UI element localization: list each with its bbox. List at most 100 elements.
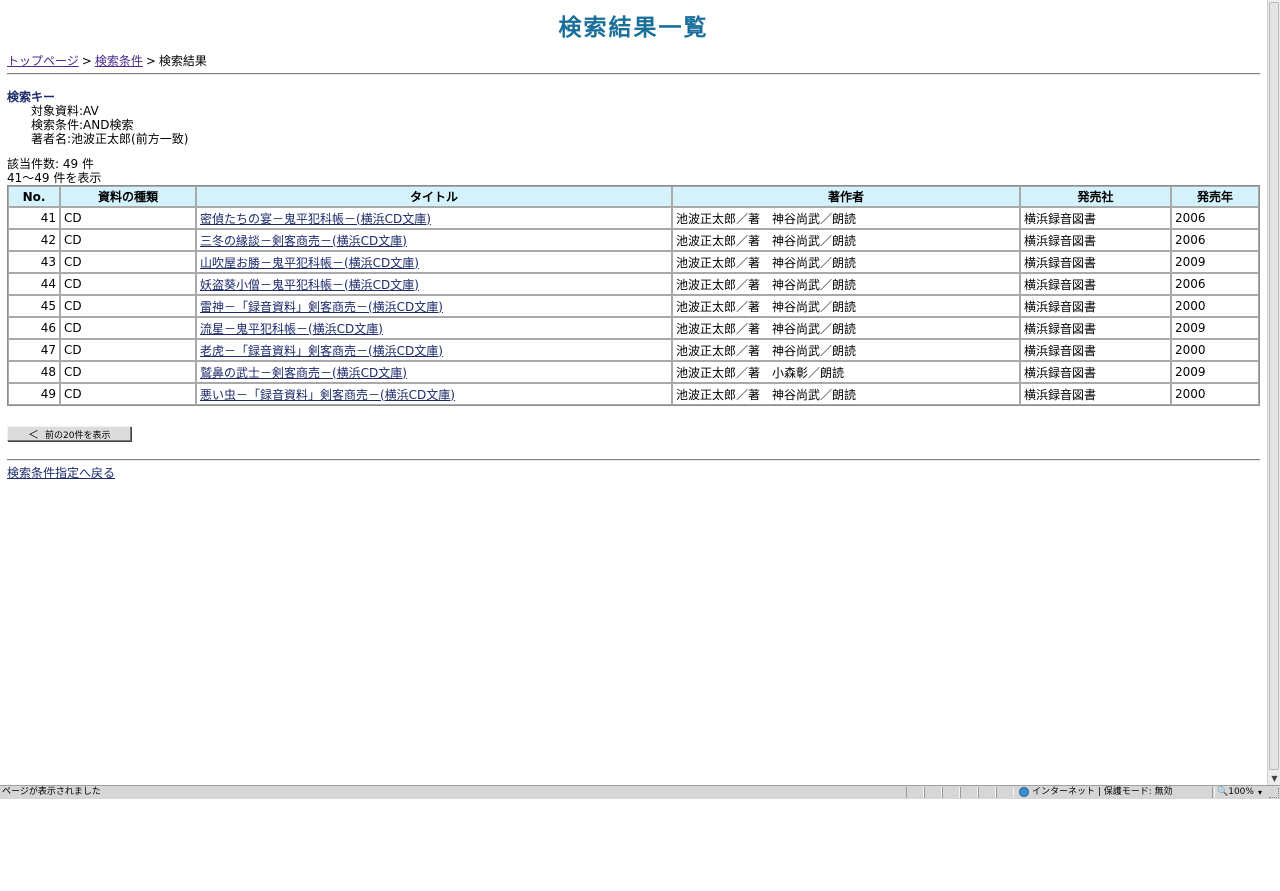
security-zone-label: インターネット | 保護モード: 無効 — [1032, 787, 1173, 797]
cell-year: 2000 — [1171, 339, 1259, 361]
divider — [7, 459, 1260, 461]
title-link[interactable]: 密偵たちの宴－鬼平犯科帳－(横浜CD文庫) — [200, 212, 431, 226]
status-segment — [924, 787, 942, 798]
cell-publisher: 横浜録音図書 — [1020, 229, 1171, 251]
status-segment — [960, 787, 978, 798]
zoom-control[interactable]: 🔍100% — [1217, 786, 1254, 799]
cell-year: 2009 — [1171, 317, 1259, 339]
display-range: 41～49 件を表示 — [7, 171, 102, 185]
breadcrumb-separator: > — [81, 54, 92, 68]
cell-title: 密偵たちの宴－鬼平犯科帳－(横浜CD文庫) — [196, 207, 672, 229]
table-header-row: No. 資料の種類 タイトル 著作者 発売社 発売年 — [8, 186, 1259, 207]
col-header-type: 資料の種類 — [60, 186, 196, 207]
status-segment — [978, 787, 996, 798]
cell-publisher: 横浜録音図書 — [1020, 207, 1171, 229]
cell-no: 46 — [8, 317, 60, 339]
cell-title: 三冬の縁談－剣客商売－(横浜CD文庫) — [196, 229, 672, 251]
cell-type: CD — [60, 383, 196, 405]
table-row: 41 CD 密偵たちの宴－鬼平犯科帳－(横浜CD文庫) 池波正太郎／著 神谷尚武… — [8, 207, 1259, 229]
table-row: 49 CD 悪い虫－「録音資料」剣客商売－(横浜CD文庫) 池波正太郎／著 神谷… — [8, 383, 1259, 405]
breadcrumb-current: 検索結果 — [158, 54, 207, 68]
status-message: ページが表示されました — [2, 787, 101, 797]
title-link[interactable]: 流星－鬼平犯科帳－(横浜CD文庫) — [200, 322, 383, 336]
breadcrumb-top-link[interactable]: トップページ — [7, 54, 79, 68]
scroll-down-arrow-icon[interactable]: ▼ — [1269, 772, 1280, 785]
cell-author: 池波正太郎／著 神谷尚武／朗読 — [672, 317, 1020, 339]
cell-no: 42 — [8, 229, 60, 251]
security-zone[interactable]: インターネット | 保護モード: 無効 — [1019, 786, 1173, 799]
cell-type: CD — [60, 295, 196, 317]
search-key-heading: 検索キー — [7, 90, 56, 104]
chevron-left-icon: ＜ — [28, 428, 39, 441]
title-link[interactable]: 三冬の縁談－剣客商売－(横浜CD文庫) — [200, 234, 407, 248]
scrollbar-thumb[interactable] — [1269, 2, 1279, 770]
status-segment — [1212, 787, 1215, 798]
cell-author: 池波正太郎／著 神谷尚武／朗読 — [672, 251, 1020, 273]
resize-grip-icon[interactable] — [1269, 788, 1279, 798]
title-link[interactable]: 山吹屋お勝－鬼平犯科帳－(横浜CD文庫) — [200, 256, 419, 270]
zoom-level: 100% — [1228, 787, 1254, 797]
cell-title: 雷神－「録音資料」剣客商売－(横浜CD文庫) — [196, 295, 672, 317]
cell-no: 44 — [8, 273, 60, 295]
status-segment — [942, 787, 960, 798]
prev-page-button[interactable]: ＜ 前の20件を表示 — [7, 426, 131, 441]
cell-year: 2006 — [1171, 273, 1259, 295]
cell-type: CD — [60, 361, 196, 383]
page-title: 検索結果一覧 — [558, 15, 709, 41]
prev-page-label: 前の20件を表示 — [45, 431, 111, 441]
chevron-down-icon[interactable]: ▾ — [1258, 786, 1262, 799]
cell-year: 2000 — [1171, 295, 1259, 317]
cell-publisher: 横浜録音図書 — [1020, 317, 1171, 339]
title-link[interactable]: 老虎－「録音資料」剣客商売－(横浜CD文庫) — [200, 344, 443, 358]
status-segment — [996, 787, 1014, 798]
hit-count: 該当件数: 49 件 — [7, 157, 94, 171]
col-header-no: No. — [8, 186, 60, 207]
cell-title: 老虎－「録音資料」剣客商売－(横浜CD文庫) — [196, 339, 672, 361]
globe-icon — [1019, 786, 1029, 797]
results-table: No. 資料の種類 タイトル 著作者 発売社 発売年 41 CD 密偵たちの宴－… — [7, 185, 1260, 406]
search-key-section: 検索キー 対象資料:AV 検索条件:AND検索 著者名:池波正太郎(前方一致) — [7, 90, 188, 146]
table-row: 45 CD 雷神－「録音資料」剣客商売－(横浜CD文庫) 池波正太郎／著 神谷尚… — [8, 295, 1259, 317]
cell-title: 流星－鬼平犯科帳－(横浜CD文庫) — [196, 317, 672, 339]
col-header-year: 発売年 — [1171, 186, 1259, 207]
cell-no: 48 — [8, 361, 60, 383]
cell-author: 池波正太郎／著 神谷尚武／朗読 — [672, 295, 1020, 317]
title-link[interactable]: 鷲鼻の武士－剣客商売－(横浜CD文庫) — [200, 366, 407, 380]
cell-author: 池波正太郎／著 小森彰／朗読 — [672, 361, 1020, 383]
table-row: 43 CD 山吹屋お勝－鬼平犯科帳－(横浜CD文庫) 池波正太郎／著 神谷尚武／… — [8, 251, 1259, 273]
browser-viewport: 検索結果一覧 トップページ > 検索条件 > 検索結果 検索キー 対象資料:AV 検索条… — [0, 0, 1267, 785]
cell-title: 妖盗葵小僧－鬼平犯科帳－(横浜CD文庫) — [196, 273, 672, 295]
cell-type: CD — [60, 317, 196, 339]
cell-publisher: 横浜録音図書 — [1020, 383, 1171, 405]
col-header-publisher: 発売社 — [1020, 186, 1171, 207]
table-row: 46 CD 流星－鬼平犯科帳－(横浜CD文庫) 池波正太郎／著 神谷尚武／朗読 … — [8, 317, 1259, 339]
cell-year: 2006 — [1171, 229, 1259, 251]
cell-year: 2009 — [1171, 361, 1259, 383]
search-key-author: 著者名:池波正太郎(前方一致) — [31, 132, 189, 146]
cell-year: 2006 — [1171, 207, 1259, 229]
cell-author: 池波正太郎／著 神谷尚武／朗読 — [672, 273, 1020, 295]
title-link[interactable]: 悪い虫－「録音資料」剣客商売－(横浜CD文庫) — [200, 388, 455, 402]
status-bar: ページが表示されました インターネット | 保護モード: 無効 🔍100% ▾ — [0, 785, 1280, 799]
cell-publisher: 横浜録音図書 — [1020, 251, 1171, 273]
col-header-title: タイトル — [196, 186, 672, 207]
breadcrumb-conditions-link[interactable]: 検索条件 — [95, 54, 143, 68]
cell-no: 45 — [8, 295, 60, 317]
cell-author: 池波正太郎／著 神谷尚武／朗読 — [672, 339, 1020, 361]
cell-year: 2009 — [1171, 251, 1259, 273]
result-info: 該当件数: 49 件 41～49 件を表示 — [7, 157, 101, 185]
cell-title: 鷲鼻の武士－剣客商売－(横浜CD文庫) — [196, 361, 672, 383]
cell-author: 池波正太郎／著 神谷尚武／朗読 — [672, 229, 1020, 251]
divider — [7, 73, 1260, 75]
search-key-condition: 検索条件:AND検索 — [31, 118, 134, 132]
col-header-author: 著作者 — [672, 186, 1020, 207]
title-link[interactable]: 雷神－「録音資料」剣客商売－(横浜CD文庫) — [200, 300, 443, 314]
cell-year: 2000 — [1171, 383, 1259, 405]
cell-type: CD — [60, 339, 196, 361]
back-to-search-link[interactable]: 検索条件指定へ戻る — [7, 464, 115, 481]
title-link[interactable]: 妖盗葵小僧－鬼平犯科帳－(横浜CD文庫) — [200, 278, 419, 292]
vertical-scrollbar[interactable]: ▼ — [1267, 0, 1280, 785]
cell-title: 悪い虫－「録音資料」剣客商売－(横浜CD文庫) — [196, 383, 672, 405]
table-row: 44 CD 妖盗葵小僧－鬼平犯科帳－(横浜CD文庫) 池波正太郎／著 神谷尚武／… — [8, 273, 1259, 295]
table-row: 42 CD 三冬の縁談－剣客商売－(横浜CD文庫) 池波正太郎／著 神谷尚武／朗… — [8, 229, 1259, 251]
